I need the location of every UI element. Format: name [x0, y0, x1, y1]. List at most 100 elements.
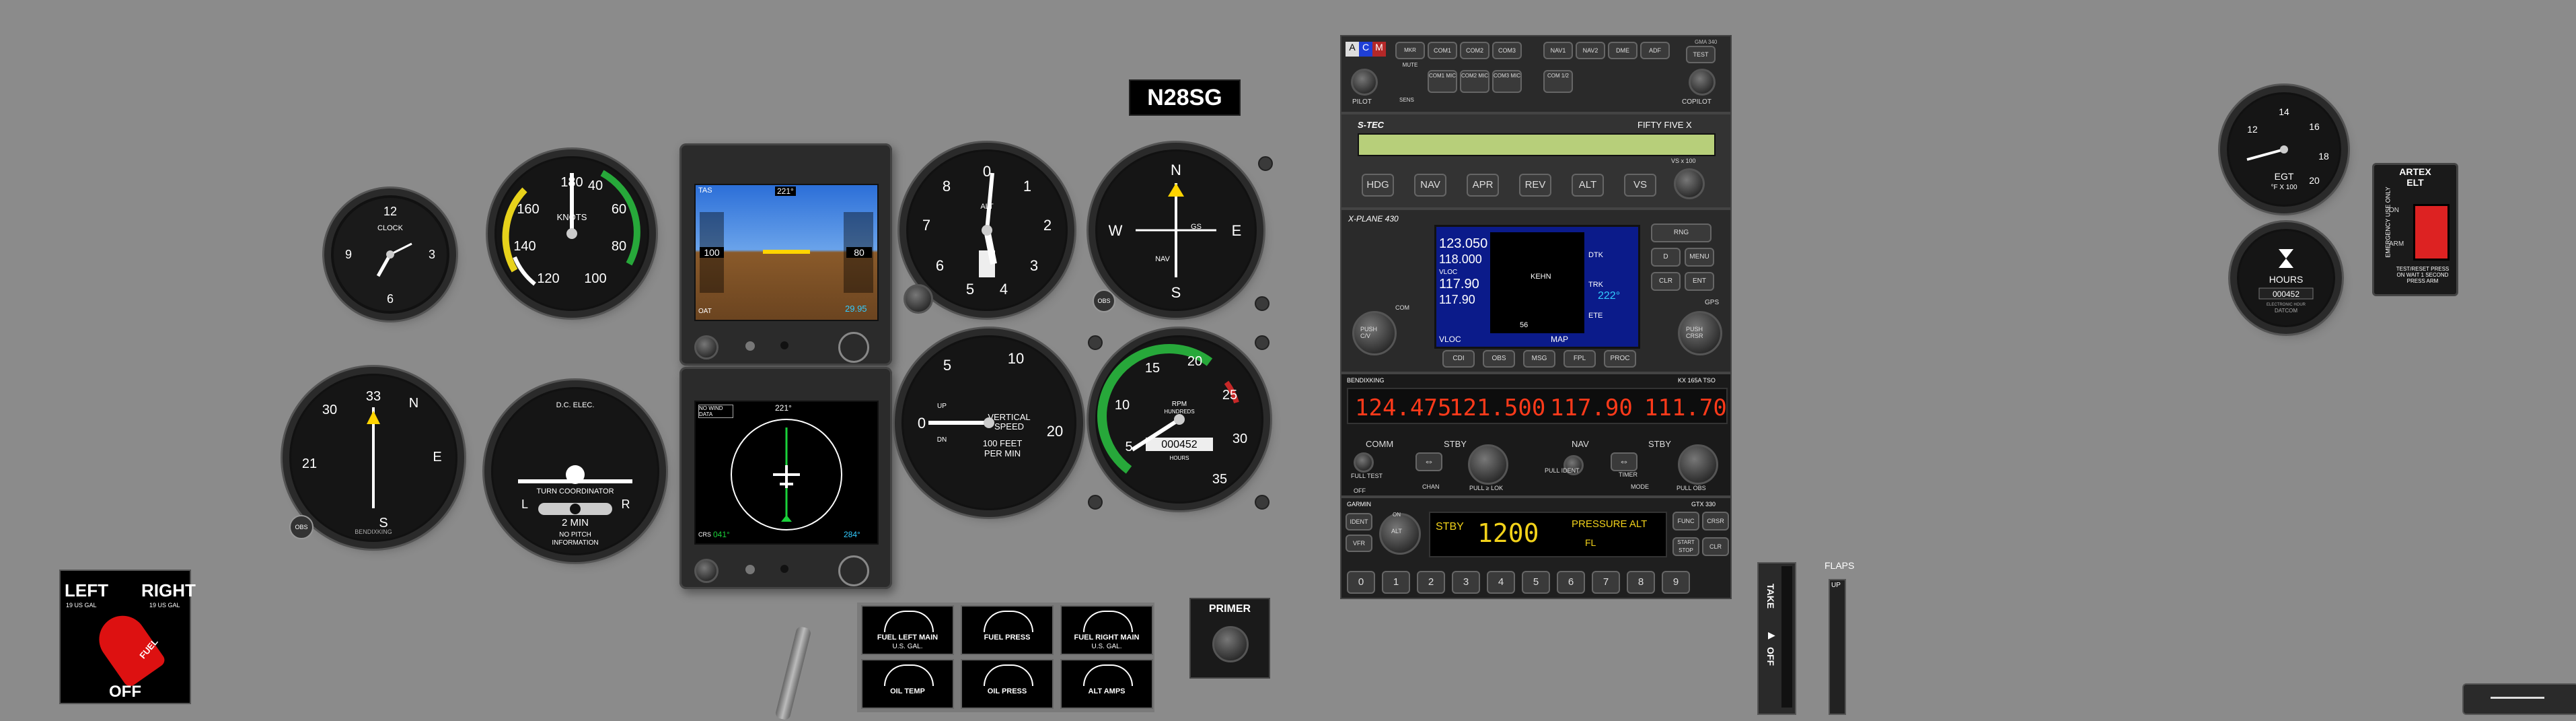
hi-obs-knob[interactable]: OBS — [1093, 289, 1115, 312]
takeoff-off: OFF — [1765, 647, 1776, 666]
audio-com1-mic[interactable]: COM1 MIC — [1428, 70, 1457, 93]
ap-vs-knob[interactable] — [1674, 168, 1705, 199]
attitude-mini-widget — [2462, 683, 2576, 715]
engine-gauge-arc — [1083, 611, 1133, 632]
audio-com2-mic[interactable]: COM2 MIC — [1460, 70, 1489, 93]
xpdr-key-1[interactable]: 1 — [1382, 571, 1410, 594]
screw — [1255, 495, 1269, 510]
xpdr-ident-button[interactable]: IDENT — [1346, 513, 1372, 530]
gps-rng-button[interactable]: RNG — [1651, 224, 1712, 242]
flaps-track[interactable]: UP — [1829, 579, 1846, 715]
gps-menu-button[interactable]: MENU — [1685, 248, 1714, 267]
mfd-dot-1[interactable] — [745, 565, 755, 574]
radio-com-knob[interactable] — [1468, 444, 1508, 485]
gps-fpl-button[interactable]: FPL — [1563, 350, 1596, 368]
lhi-obs-knob[interactable]: OBS — [289, 515, 314, 539]
heading-indicator: N E S W GS NAV OBS — [1093, 149, 1257, 312]
ap-nav-button[interactable]: NAV — [1414, 174, 1446, 197]
audio-com1[interactable]: COM1 — [1428, 42, 1457, 59]
mfd-right-knob[interactable] — [838, 555, 869, 586]
vsi-unit: 100 FEET — [983, 438, 1023, 448]
gps-com-active: 123.050 — [1439, 236, 1488, 251]
pfd-left-knob[interactable] — [694, 335, 719, 359]
audio-com3[interactable]: COM3 — [1492, 42, 1522, 59]
gps-direct-button[interactable]: D — [1651, 248, 1681, 267]
audio-nav1[interactable]: NAV1 — [1543, 42, 1573, 59]
xpdr-key-0[interactable]: 0 — [1347, 571, 1375, 594]
primer-knob[interactable] — [1212, 626, 1249, 662]
xpdr-key-9[interactable]: 9 — [1662, 571, 1690, 594]
clock-num-12: 12 — [383, 205, 397, 218]
radio-com-swap[interactable]: ⇔ — [1415, 452, 1442, 471]
fuel-right-label: RIGHT — [141, 580, 196, 600]
xpdr-key-6[interactable]: 6 — [1557, 571, 1585, 594]
hi-nav: NAV — [1155, 255, 1170, 263]
mfd-left-knob[interactable] — [694, 559, 719, 583]
audio-mkr-mute[interactable]: MKR MUTE — [1395, 42, 1425, 68]
elt-panel: ARTEX ELT EMERGENCY USE ONLY ON ARM TEST… — [2372, 163, 2458, 296]
lhi-e: E — [433, 450, 441, 465]
radio-nav-swap[interactable]: ⇔ — [1611, 452, 1637, 471]
xpdr-key-2[interactable]: 2 — [1417, 571, 1445, 594]
ap-alt-button[interactable]: ALT — [1572, 174, 1604, 197]
radio-volume-knob[interactable] — [1354, 452, 1374, 473]
throttle-lever[interactable] — [774, 625, 812, 721]
clock-gauge: 12 3 6 9 CLOCK — [331, 195, 449, 314]
elt-switch[interactable] — [2413, 204, 2450, 261]
xpdr-crsr-button[interactable]: CRSR — [1702, 512, 1729, 530]
audio-sens-label: SENS — [1399, 97, 1414, 103]
xpdr-key-5[interactable]: 5 — [1522, 571, 1550, 594]
radio-off: OFF — [1354, 487, 1366, 494]
audio-pilot-knob[interactable] — [1351, 69, 1378, 96]
xpdr-key-7[interactable]: 7 — [1592, 571, 1620, 594]
fuel-left-cap: 19 US GAL — [66, 602, 97, 609]
xpdr-start-stop-button[interactable]: START STOP — [1672, 537, 1699, 556]
audio-nav2[interactable]: NAV2 — [1576, 42, 1605, 59]
egt-14: 14 — [2279, 106, 2289, 117]
audio-pilot-label: PILOT — [1352, 98, 1372, 106]
xpdr-key-3[interactable]: 3 — [1452, 571, 1480, 594]
gps-cdi-button[interactable]: CDI — [1442, 350, 1475, 368]
audio-amb-buttons[interactable]: A C M — [1346, 42, 1386, 57]
audio-test[interactable]: TEST — [1686, 46, 1716, 63]
gps-ent-button[interactable]: ENT — [1685, 272, 1714, 291]
screw — [1255, 296, 1269, 311]
xpdr-clr-button[interactable]: CLR — [1702, 537, 1729, 556]
audio-com3-mic[interactable]: COM3 MIC — [1492, 70, 1522, 93]
gps-msg-button[interactable]: MSG — [1523, 350, 1555, 368]
ap-hdg-button[interactable]: HDG — [1362, 174, 1394, 197]
hi-num-n: N — [1171, 162, 1181, 178]
primer-panel: PRIMER — [1189, 598, 1270, 679]
gps-obs-button[interactable]: OBS — [1483, 350, 1515, 368]
tc-info2: INFORMATION — [552, 539, 598, 547]
ap-vs-label: VS x 100 — [1671, 158, 1696, 164]
altimeter-baro-knob[interactable] — [904, 284, 933, 314]
xpdr-key-8[interactable]: 8 — [1627, 571, 1655, 594]
ap-vs-button[interactable]: VS — [1624, 174, 1656, 197]
xpdr-key-4[interactable]: 4 — [1487, 571, 1515, 594]
audio-dme[interactable]: DME — [1608, 42, 1637, 59]
pfd-dot-1[interactable] — [745, 341, 755, 351]
xpdr-func-button[interactable]: FUNC — [1672, 512, 1699, 530]
lhi-30: 30 — [322, 403, 337, 417]
mfd-dot-2[interactable] — [780, 565, 788, 573]
gps-proc-button[interactable]: PROC — [1604, 350, 1636, 368]
asi-num-160: 160 — [517, 202, 539, 217]
xpdr-vfr-button[interactable]: VFR — [1346, 535, 1372, 552]
audio-com2[interactable]: COM2 — [1460, 42, 1489, 59]
radio-nav-knob[interactable] — [1678, 444, 1718, 485]
audio-com12[interactable]: COM 1/2 — [1543, 70, 1573, 93]
takeoff-wheel[interactable] — [1781, 566, 1792, 708]
ap-rev-button[interactable]: REV — [1519, 174, 1551, 197]
pfd-dot-2[interactable] — [780, 341, 788, 349]
audio-adf[interactable]: ADF — [1640, 42, 1670, 59]
engine-gauge-title: FUEL PRESS — [984, 633, 1031, 642]
gps-clr-button[interactable]: CLR — [1651, 272, 1681, 291]
ap-apr-button[interactable]: APR — [1467, 174, 1499, 197]
radio-display: 124.475 121.500 117.90 111.70 — [1347, 388, 1728, 424]
engine-gauge-sub: U.S. GAL. — [892, 643, 923, 650]
pfd-right-knob[interactable] — [838, 332, 869, 363]
lhi-33: 33 — [366, 389, 381, 404]
hobbs-counter: 000452 — [2273, 289, 2299, 299]
audio-copilot-knob[interactable] — [1689, 69, 1716, 96]
